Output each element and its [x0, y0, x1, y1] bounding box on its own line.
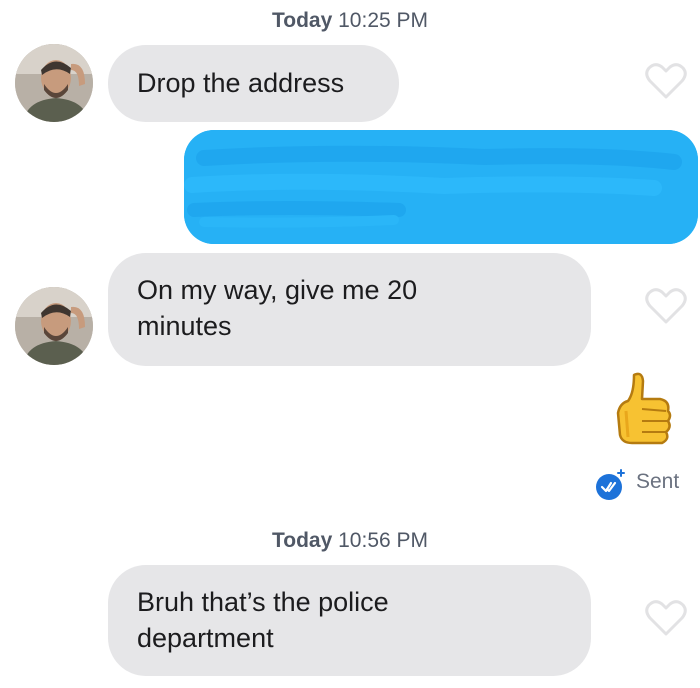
heart-outline-icon[interactable] — [644, 61, 688, 101]
message-text-line: minutes — [137, 311, 232, 341]
timestamp-header: Today 10:25 PM — [0, 9, 700, 33]
timestamp-day: Today — [271, 529, 333, 552]
contact-avatar[interactable] — [15, 44, 93, 122]
timestamp-day: Today — [271, 9, 333, 32]
incoming-message-bubble[interactable]: Drop the address — [108, 45, 399, 122]
avatar-photo — [15, 287, 93, 365]
timestamp-time: 10:56 PM — [338, 529, 429, 552]
sent-check-icon — [596, 469, 625, 500]
avatar-photo — [15, 44, 93, 122]
timestamp-header: Today 10:56 PM — [0, 529, 700, 553]
message-text-line: department — [137, 623, 274, 653]
outgoing-message-bubble-redacted[interactable] — [184, 130, 698, 244]
redaction-scribble — [184, 130, 698, 244]
heart-outline-icon[interactable] — [644, 286, 688, 326]
sent-label: Sent — [636, 470, 680, 493]
message-text: Drop the address — [137, 68, 345, 98]
timestamp-time: 10:25 PM — [338, 9, 429, 32]
contact-avatar[interactable] — [15, 287, 93, 365]
message-text-line: On my way, give me 20 — [137, 275, 418, 305]
sent-status: Sent — [594, 464, 694, 500]
incoming-message-bubble[interactable]: Bruh that’s the police department — [108, 565, 591, 676]
thumbs-up-emoji[interactable] — [612, 371, 674, 453]
heart-outline-icon[interactable] — [644, 598, 688, 638]
message-text-line: Bruh that’s the police — [137, 587, 389, 617]
incoming-message-bubble[interactable]: On my way, give me 20 minutes — [108, 253, 591, 366]
